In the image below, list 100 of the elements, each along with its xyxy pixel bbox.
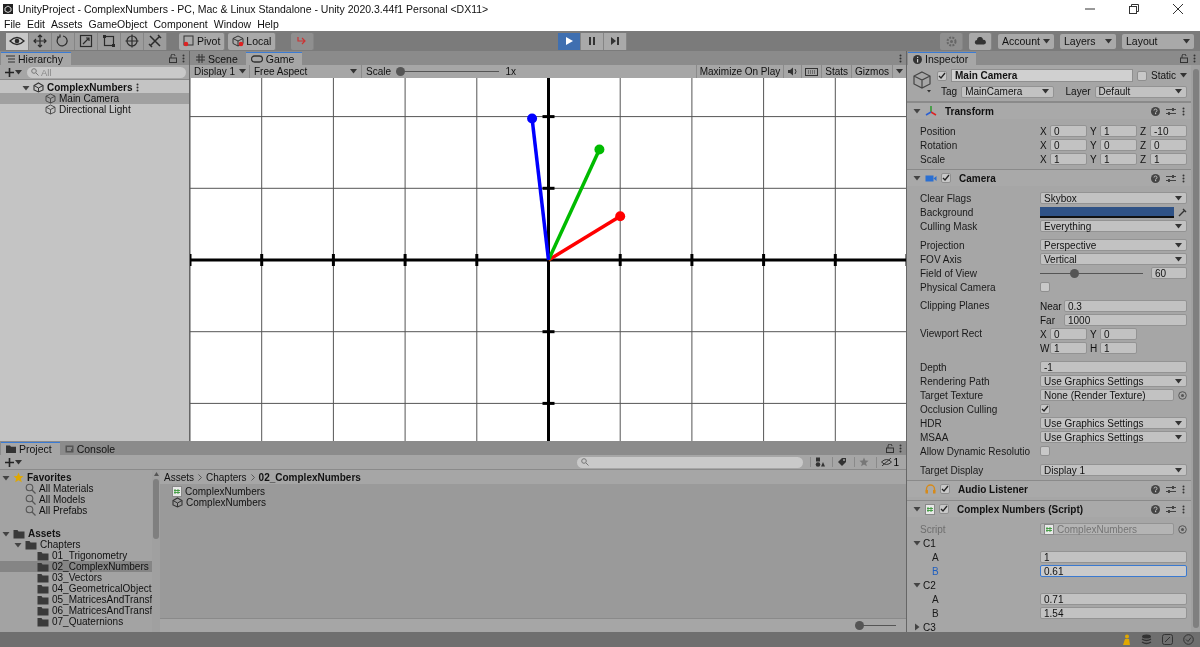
tree-item[interactable]: 01_Trigonometry	[0, 550, 152, 561]
number-field[interactable]: 1	[1150, 153, 1187, 165]
tree-item[interactable]: ComplexNumbers	[0, 82, 189, 93]
slider-thumb[interactable]	[396, 67, 405, 76]
more-icon[interactable]	[1182, 173, 1185, 183]
panel-tab[interactable]: Project	[1, 442, 60, 455]
slider-track[interactable]	[1040, 268, 1143, 278]
name-field[interactable]: Main Camera	[951, 69, 1133, 82]
gizmos-button[interactable]: Gizmos	[851, 65, 892, 78]
fold-arrow-icon[interactable]	[913, 505, 921, 513]
checkbox[interactable]	[939, 504, 949, 514]
step-button[interactable]	[603, 32, 627, 50]
asset-item[interactable]: ComplexNumbers	[172, 497, 906, 508]
breadcrumb-item[interactable]: 02_ComplexNumbers	[258, 471, 361, 483]
toolbar-dropdown[interactable]: Layers	[1060, 33, 1116, 49]
foldout-label[interactable]: C2	[923, 579, 936, 591]
fold-arrow-icon[interactable]	[913, 539, 921, 547]
number-field[interactable]: 1	[1050, 342, 1087, 354]
menu-item[interactable]: Component	[150, 18, 211, 30]
lock-icon[interactable]	[886, 443, 894, 453]
dropdown[interactable]: Everything	[1040, 220, 1187, 232]
menu-item[interactable]: Help	[254, 18, 282, 30]
more-icon[interactable]	[182, 53, 185, 63]
object-picker-icon[interactable]	[1178, 390, 1187, 400]
more-icon[interactable]	[899, 443, 902, 453]
dropdown[interactable]: Default	[1094, 85, 1187, 98]
fold-arrow-icon[interactable]	[913, 174, 921, 182]
fold-arrow-icon[interactable]	[913, 581, 921, 589]
number-field[interactable]: 0	[1050, 139, 1087, 151]
checkbox[interactable]	[1040, 404, 1050, 414]
tree-item[interactable]: All Models	[0, 494, 152, 505]
toolbar-dropdown[interactable]: Layout	[1122, 33, 1194, 49]
tool-button[interactable]	[52, 32, 75, 50]
checkbox[interactable]	[1137, 70, 1147, 81]
fold-arrow-icon[interactable]	[22, 83, 30, 92]
number-field[interactable]: -1	[1040, 361, 1187, 373]
asset-item[interactable]: ComplexNumbers	[172, 486, 906, 497]
dropdown[interactable]: MainCamera	[961, 85, 1054, 98]
scrollbar[interactable]	[152, 470, 160, 632]
slider-track[interactable]	[856, 621, 896, 630]
hidden-packages-button[interactable]: 1	[876, 456, 903, 468]
number-field[interactable]: 0.71	[1040, 593, 1187, 605]
dropdown[interactable]: Skybox	[1040, 192, 1187, 204]
tree-item[interactable]: 04_GeometricalObject	[0, 583, 152, 594]
dropdown[interactable]: Use Graphics Settings	[1040, 417, 1187, 429]
checkbox[interactable]	[937, 70, 947, 81]
tree-item[interactable]: Favorites	[0, 472, 152, 483]
tool-button[interactable]	[75, 32, 98, 50]
dropdown[interactable]: Perspective	[1040, 239, 1187, 251]
presets-icon[interactable]	[1166, 173, 1176, 183]
number-field[interactable]: 1	[1100, 125, 1137, 137]
dropdown[interactable]: Use Graphics Settings	[1040, 375, 1187, 387]
tree-item[interactable]: All Materials	[0, 483, 152, 494]
tree-item[interactable]: 05_MatricesAndTransf	[0, 594, 152, 605]
presets-icon[interactable]	[1166, 106, 1176, 116]
menu-item[interactable]: File	[1, 18, 24, 30]
checkbox[interactable]	[941, 173, 951, 183]
number-field[interactable]: 1.54	[1040, 607, 1187, 619]
number-field[interactable]: 0	[1100, 139, 1137, 151]
fold-arrow-icon[interactable]	[2, 529, 10, 538]
cloud-button[interactable]	[969, 32, 992, 50]
tree-item[interactable]: 06_MatricesAndTransf	[0, 605, 152, 616]
color-field[interactable]	[1040, 206, 1174, 218]
help-icon[interactable]	[1151, 484, 1160, 494]
fold-arrow-icon[interactable]	[14, 540, 22, 549]
help-icon[interactable]	[1151, 504, 1160, 514]
menu-item[interactable]: Window	[210, 18, 255, 30]
maximize-toggle[interactable]: Maximize On Play	[695, 65, 784, 78]
play-button[interactable]	[557, 32, 581, 50]
search-field[interactable]	[577, 456, 804, 468]
number-field[interactable]: 1000	[1064, 314, 1187, 326]
scrollbar[interactable]	[1191, 65, 1200, 632]
fold-arrow-icon[interactable]	[913, 107, 921, 115]
number-field[interactable]: 0	[1050, 328, 1087, 340]
tool-button[interactable]	[6, 32, 29, 50]
component-title[interactable]: Complex Numbers (Script)	[957, 503, 1084, 515]
checkbox[interactable]	[1040, 282, 1050, 292]
toolbar-dropdown[interactable]: Account	[998, 33, 1054, 49]
eyedropper-icon[interactable]	[1178, 207, 1187, 217]
number-field[interactable]: 0.61	[1040, 565, 1187, 577]
menu-item[interactable]: Edit	[23, 18, 48, 30]
number-field[interactable]: 60	[1151, 267, 1187, 279]
dropdown[interactable]: Display 1	[1040, 464, 1187, 476]
component-title[interactable]: Transform	[945, 105, 994, 117]
number-field[interactable]: 0.3	[1064, 300, 1187, 312]
tree-item[interactable]: 03_Vectors	[0, 572, 152, 583]
tree-item[interactable]: Assets	[0, 528, 152, 539]
object-field[interactable]: None (Render Texture)	[1040, 389, 1174, 401]
foldout-label[interactable]: C3	[923, 621, 936, 632]
dropdown[interactable]: Use Graphics Settings	[1040, 431, 1187, 443]
number-field[interactable]: 1	[1040, 551, 1187, 563]
presets-icon[interactable]	[1166, 504, 1176, 514]
pivot-button[interactable]: Pivot	[179, 32, 226, 50]
lock-icon[interactable]	[1180, 53, 1188, 63]
fold-arrow-icon[interactable]	[913, 623, 921, 631]
number-field[interactable]: 1	[1050, 153, 1087, 165]
object-picker-icon[interactable]	[1178, 524, 1187, 534]
menu-item[interactable]: Assets	[48, 18, 86, 30]
tool-button[interactable]	[121, 32, 144, 50]
tool-button[interactable]	[29, 32, 52, 50]
